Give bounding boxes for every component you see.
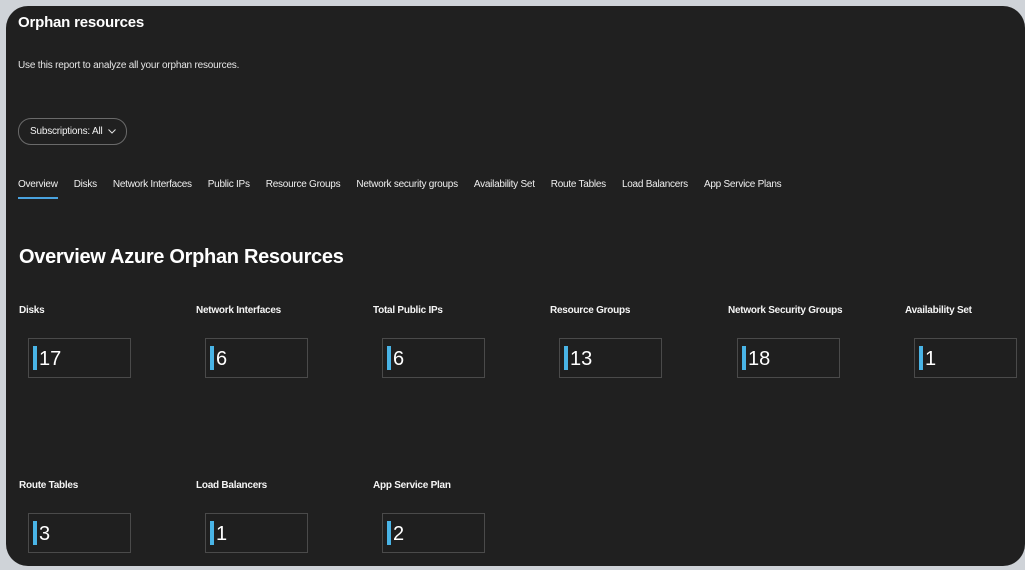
kpi-label: Disks	[19, 305, 45, 316]
tab-network-security-groups[interactable]: Network security groups	[356, 179, 458, 199]
kpi-card-network-interfaces: Network Interfaces 6	[196, 305, 308, 378]
tab-label: App Service Plans	[703, 179, 782, 190]
chevron-down-icon	[107, 127, 116, 135]
kpi-accent-bar	[387, 521, 391, 545]
kpi-value-box: 2	[382, 513, 485, 553]
kpi-card-disks: Disks 17	[19, 305, 131, 378]
kpi-card-network-security-groups: Network Security Groups 18	[728, 305, 843, 378]
tab-resource-groups[interactable]: Resource Groups	[266, 179, 341, 199]
kpi-card-route-tables: Route Tables 3	[19, 480, 131, 553]
tab-label: Route Tables	[550, 179, 606, 190]
kpi-label: Total Public IPs	[373, 305, 443, 316]
kpi-label: Load Balancers	[196, 480, 267, 491]
kpi-accent-bar	[742, 346, 746, 370]
page-subtitle: Use this report to analyze all your orph…	[18, 60, 240, 71]
report-page: Orphan resources Use this report to anal…	[6, 6, 1025, 566]
tab-label: Network Interfaces	[112, 179, 192, 190]
kpi-label: App Service Plan	[373, 480, 451, 491]
kpi-value: 1	[925, 348, 937, 370]
tab-label: Load Balancers	[621, 179, 688, 190]
kpi-label: Network Interfaces	[196, 305, 281, 316]
kpi-accent-bar	[919, 346, 923, 370]
section-title: Overview Azure Orphan Resources	[19, 246, 344, 268]
page-title: Orphan resources	[18, 14, 145, 31]
tab-overview[interactable]: Overview	[18, 179, 58, 199]
kpi-value-box: 3	[28, 513, 131, 553]
tab-label: Public IPs	[207, 179, 250, 190]
tab-label: Availability Set	[473, 179, 535, 190]
kpi-card-app-service-plan: App Service Plan 2	[373, 480, 485, 553]
kpi-value-box: 18	[737, 338, 840, 378]
kpi-label: Resource Groups	[550, 305, 631, 316]
tab-load-balancers[interactable]: Load Balancers	[622, 179, 688, 199]
kpi-value: 13	[570, 348, 593, 370]
kpi-value: 17	[39, 348, 62, 370]
tab-label: Overview	[18, 179, 58, 190]
tab-bar: Overview Disks Network Interfaces Public…	[18, 179, 797, 199]
kpi-accent-bar	[387, 346, 391, 370]
tab-availability-set[interactable]: Availability Set	[474, 179, 535, 199]
kpi-accent-bar	[33, 521, 37, 545]
kpi-label: Route Tables	[19, 480, 79, 491]
kpi-value: 1	[216, 523, 228, 545]
subscriptions-filter-button[interactable]: Subscriptions: All	[18, 118, 127, 145]
tab-network-interfaces[interactable]: Network Interfaces	[113, 179, 192, 199]
kpi-value: 6	[216, 348, 228, 370]
kpi-value-box: 13	[559, 338, 662, 378]
tab-label: Disks	[73, 179, 97, 190]
kpi-value-box: 17	[28, 338, 131, 378]
kpi-value: 18	[748, 348, 771, 370]
kpi-accent-bar	[33, 346, 37, 370]
kpi-value: 3	[39, 523, 51, 545]
kpi-value: 6	[393, 348, 405, 370]
kpi-card-resource-groups: Resource Groups 13	[550, 305, 662, 378]
tab-label: Network security groups	[356, 179, 458, 190]
tab-label: Resource Groups	[265, 179, 341, 190]
kpi-label: Network Security Groups	[728, 305, 843, 316]
kpi-value: 2	[393, 523, 405, 545]
kpi-accent-bar	[210, 346, 214, 370]
kpi-value-box: 1	[205, 513, 308, 553]
kpi-value-box: 1	[914, 338, 1017, 378]
kpi-value-box: 6	[205, 338, 308, 378]
kpi-card-availability-set: Availability Set 1	[905, 305, 1017, 378]
kpi-accent-bar	[210, 521, 214, 545]
tab-route-tables[interactable]: Route Tables	[551, 179, 606, 199]
subscriptions-filter-label: Subscriptions: All	[30, 126, 103, 137]
kpi-value-box: 6	[382, 338, 485, 378]
kpi-card-load-balancers: Load Balancers 1	[196, 480, 308, 553]
tab-disks[interactable]: Disks	[74, 179, 97, 199]
kpi-accent-bar	[564, 346, 568, 370]
tab-app-service-plans[interactable]: App Service Plans	[703, 179, 782, 199]
kpi-card-total-public-ips: Total Public IPs 6	[373, 305, 485, 378]
tab-public-ips[interactable]: Public IPs	[208, 179, 250, 199]
kpi-label: Availability Set	[905, 305, 972, 316]
